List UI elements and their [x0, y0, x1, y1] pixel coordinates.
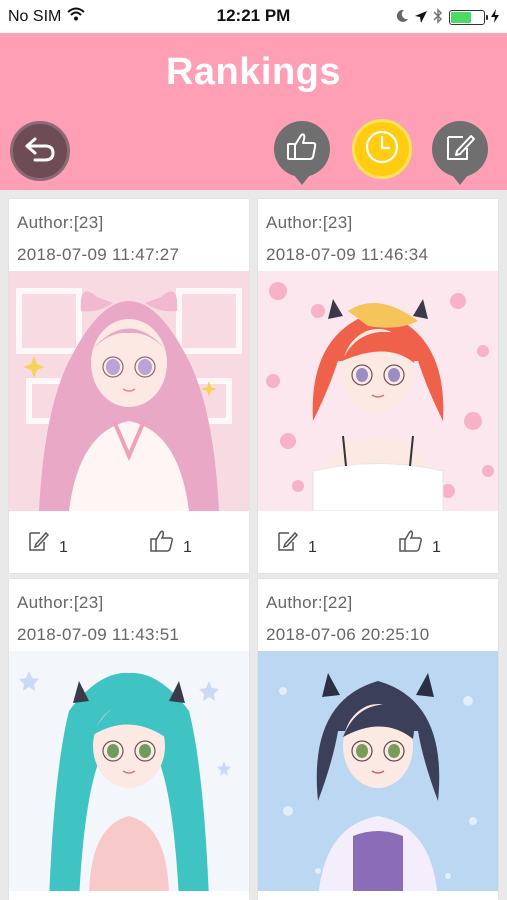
drawing-card[interactable]: Author:[23] 2018-07-09 11:43:51: [9, 579, 249, 900]
thumbs-up-icon: [285, 131, 319, 168]
card-date: 2018-07-09 11:43:51: [17, 625, 180, 644]
comment-count-value: 1: [59, 539, 68, 556]
like-count[interactable]: 1: [398, 529, 441, 558]
thumbs-up-icon: [149, 529, 175, 558]
card-date: 2018-07-09 11:46:34: [266, 245, 429, 264]
thumbs-up-icon: [398, 529, 424, 558]
moon-icon: [395, 9, 409, 26]
card-author: Author:[23]: [266, 213, 353, 232]
edit-note-icon: [443, 131, 477, 168]
sort-by-likes-button[interactable]: [274, 121, 330, 185]
status-right: [395, 8, 499, 27]
location-arrow-icon: [415, 10, 427, 26]
like-count-value: 1: [432, 539, 441, 556]
like-count[interactable]: 1: [149, 529, 192, 558]
card-footer: 1 1: [258, 511, 498, 573]
card-author: Author:[22]: [266, 593, 353, 612]
drawing-card[interactable]: Author:[23] 2018-07-09 11:46:34 1 1: [258, 199, 498, 573]
back-button[interactable]: [10, 121, 70, 181]
status-bar: No SIM 12:21 PM: [0, 0, 507, 33]
charging-icon: [491, 9, 499, 26]
page-title: Rankings: [165, 51, 342, 93]
card-author: Author:[23]: [17, 593, 104, 612]
back-arrow-icon: [23, 135, 57, 168]
sort-by-recent-button[interactable]: [352, 119, 412, 179]
comment-count[interactable]: 1: [27, 529, 68, 558]
edit-note-icon: [276, 529, 300, 558]
comment-count[interactable]: 1: [276, 529, 317, 558]
card-footer: 1 1: [9, 511, 249, 573]
drawing-image[interactable]: [258, 651, 498, 891]
rankings-grid: Author:[23] 2018-07-09 11:47:27 1 1 Auth…: [0, 190, 507, 900]
drawing-image[interactable]: [9, 271, 249, 511]
comment-count-value: 1: [308, 539, 317, 556]
drawing-card[interactable]: Author:[22] 2018-07-06 20:25:10: [258, 579, 498, 900]
drawing-image[interactable]: [9, 651, 249, 891]
bluetooth-icon: [433, 8, 443, 27]
card-author: Author:[23]: [17, 213, 104, 232]
battery-level: [451, 12, 472, 23]
drawing-image[interactable]: [258, 271, 498, 511]
battery-icon: [449, 10, 488, 25]
card-date: 2018-07-06 20:25:10: [266, 625, 430, 644]
like-count-value: 1: [183, 539, 192, 556]
drawing-card[interactable]: Author:[23] 2018-07-09 11:47:27 1 1: [9, 199, 249, 573]
card-date: 2018-07-09 11:47:27: [17, 245, 180, 264]
sort-by-comments-button[interactable]: [432, 121, 488, 185]
rankings-header: Rankings: [0, 33, 507, 190]
edit-note-icon: [27, 529, 51, 558]
clock-icon: [362, 127, 402, 172]
